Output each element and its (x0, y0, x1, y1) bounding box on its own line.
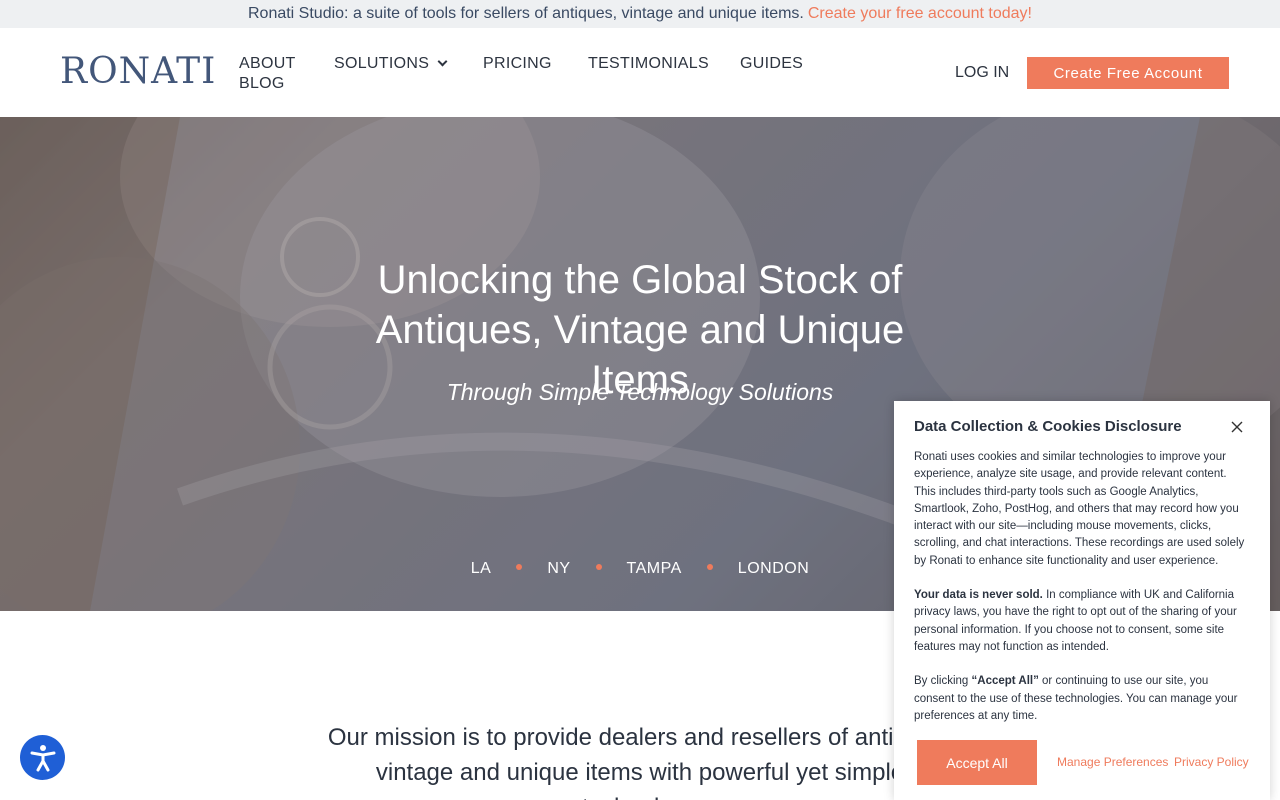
accessibility-icon (30, 744, 55, 771)
cookie-title: Data Collection & Cookies Disclosure (914, 418, 1182, 435)
cookie-paragraph-1: Ronati uses cookies and similar technolo… (914, 451, 1245, 567)
site-header: RONATI ABOUT SOLUTIONS PRICING TESTIMONI… (0, 28, 1280, 117)
nav-testimonials[interactable]: TESTIMONIALS (588, 54, 709, 74)
city-la: LA (470, 560, 492, 577)
separator-dot (706, 564, 713, 570)
cookie-paragraph-3-bold: “Accept All” (971, 675, 1039, 688)
nav-about[interactable]: ABOUT (239, 54, 296, 74)
city-ny: NY (547, 560, 571, 577)
nav-solutions[interactable]: SOLUTIONS (334, 54, 448, 74)
cookie-paragraph-3: By clicking “Accept All” or continuing t… (914, 673, 1250, 725)
ronati-logo[interactable]: RONATI (60, 52, 216, 92)
main-nav: ABOUT SOLUTIONS PRICING TESTIMONIALS GUI… (239, 52, 839, 96)
announcement-cta-link[interactable]: Create your free account today! (808, 5, 1032, 23)
create-account-button[interactable]: Create Free Account (1027, 57, 1229, 89)
accessibility-button[interactable] (20, 735, 65, 780)
announcement-text: Ronati Studio: a suite of tools for sell… (247, 5, 804, 22)
separator-dot (595, 564, 602, 570)
privacy-policy-link[interactable]: Privacy Policy (1174, 755, 1249, 769)
cookie-paragraph-2: Your data is never sold. In compliance w… (914, 587, 1250, 656)
cookie-body: Ronati uses cookies and similar technolo… (914, 449, 1250, 742)
hero-subtitle: Through Simple Technology Solutions (446, 379, 834, 405)
city-tampa: TAMPA (626, 560, 682, 577)
cookie-paragraph-3-pre: By clicking (914, 675, 972, 688)
manage-preferences-link[interactable]: Manage Preferences (1057, 755, 1168, 769)
cookie-paragraph-2-bold: Your data is never sold. (914, 589, 1043, 602)
accept-all-button[interactable]: Accept All (917, 740, 1037, 785)
announcement-bar: Ronati Studio: a suite of tools for sell… (0, 0, 1280, 28)
city-london: LONDON (737, 560, 810, 577)
mission-statement: Our mission is to provide dealers and re… (327, 724, 952, 800)
close-icon[interactable] (1230, 420, 1244, 434)
separator-dot (516, 564, 523, 570)
chevron-down-icon (437, 56, 448, 67)
login-link[interactable]: LOG IN (955, 64, 1009, 82)
nav-pricing[interactable]: PRICING (483, 54, 552, 74)
nav-blog[interactable]: BLOG (239, 74, 285, 94)
cookie-dialog: Data Collection & Cookies Disclosure Ron… (894, 401, 1270, 800)
nav-solutions-label: SOLUTIONS (334, 55, 430, 72)
nav-guides[interactable]: GUIDES (740, 54, 803, 74)
